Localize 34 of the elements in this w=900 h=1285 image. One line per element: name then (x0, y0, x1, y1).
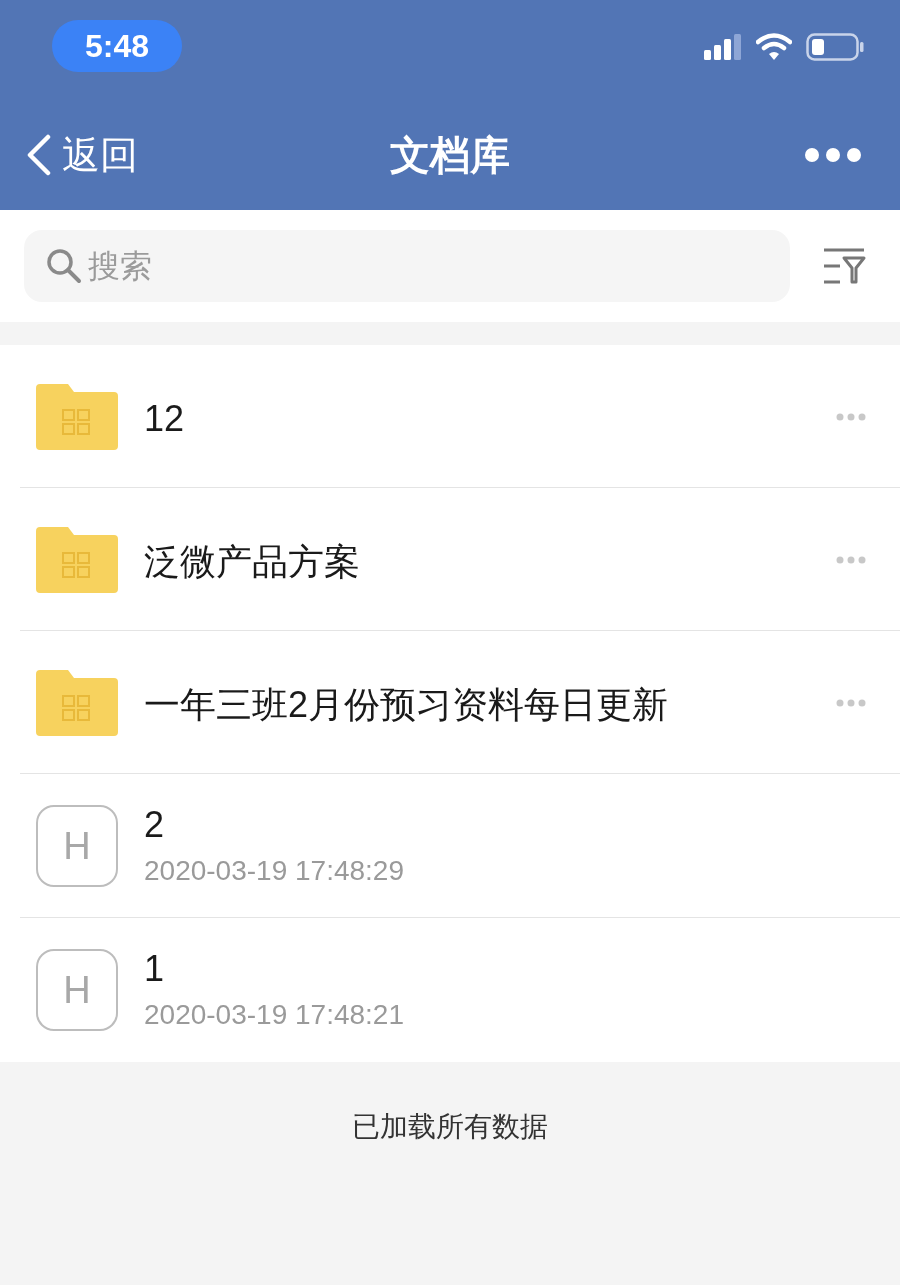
search-field[interactable]: 搜索 (24, 230, 790, 302)
folder-name: 12 (144, 396, 186, 441)
folder-name: 一年三班2月份预习资料每日更新 (144, 682, 670, 727)
folder-icon (36, 383, 118, 450)
file-row[interactable]: H 2 2020-03-19 17:48:29 (0, 774, 900, 918)
search-icon (46, 248, 82, 284)
signal-icon (704, 34, 742, 60)
wifi-icon (756, 33, 792, 61)
file-type-badge: H (36, 805, 118, 887)
folder-name: 泛微产品方案 (144, 539, 361, 584)
folder-row[interactable]: 泛微产品方案 (0, 488, 900, 631)
file-type-badge: H (36, 949, 118, 1031)
more-button[interactable] (804, 147, 862, 163)
folder-icon (36, 669, 118, 736)
more-icon[interactable] (836, 555, 866, 564)
folder-row[interactable]: 一年三班2月份预习资料每日更新 (0, 631, 900, 774)
folder-icon (36, 526, 118, 593)
chevron-left-icon (26, 134, 52, 176)
file-name: 2 (144, 803, 166, 847)
folder-row[interactable]: 12 (0, 345, 900, 488)
battery-icon (806, 33, 864, 61)
footer-text: 已加载所有数据 (352, 1110, 548, 1144)
more-icon (804, 147, 862, 163)
more-icon[interactable] (836, 412, 866, 421)
file-row[interactable]: H 1 2020-03-19 17:48:21 (0, 918, 900, 1062)
page-title: 文档库 (390, 132, 510, 179)
file-date: 2020-03-19 17:48:21 (144, 998, 404, 1032)
file-name: 1 (144, 947, 166, 991)
more-icon[interactable] (836, 698, 866, 707)
status-time: 5:48 (52, 20, 182, 72)
back-button[interactable]: 返回 (26, 126, 138, 184)
filter-button[interactable] (822, 246, 866, 286)
filter-icon (822, 246, 866, 286)
file-date: 2020-03-19 17:48:29 (144, 854, 404, 888)
